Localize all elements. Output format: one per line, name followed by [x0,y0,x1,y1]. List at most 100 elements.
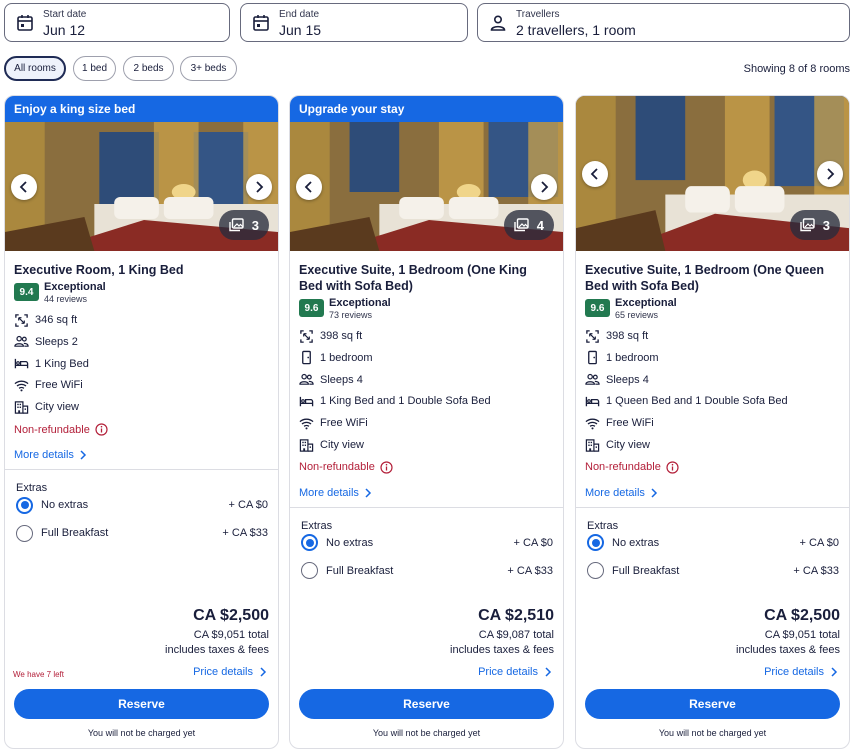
filter-3-plus-beds[interactable]: 3+ beds [180,56,237,81]
amenity-item: 1 bedroom [585,350,659,366]
amenity-item: 398 sq ft [299,328,362,344]
non-refundable-notice[interactable]: Non-refundable [299,461,393,474]
room-title: Executive Suite, 1 Bedroom (One King Bed… [299,263,527,293]
divider [5,469,278,470]
non-refundable-notice[interactable]: Non-refundable [585,461,679,474]
non-refundable-text: Non-refundable [299,461,375,474]
chevron-right-icon [364,488,372,498]
reserve-button[interactable]: Reserve [299,689,554,719]
chevron-left-icon [304,180,312,193]
next-photo-button[interactable] [817,160,843,187]
info-icon[interactable] [95,423,108,436]
radio-button[interactable] [587,534,604,552]
room-photo[interactable]: 4 [290,122,563,251]
calendar-icon [17,15,33,31]
extras-heading: Extras [301,519,333,532]
radio-button[interactable] [16,496,33,514]
city-icon [299,438,320,453]
photo-gallery-button[interactable]: 3 [218,210,269,240]
rating-score: 9.6 [585,299,610,317]
photo-count: 4 [536,217,544,233]
guest-rating: 9.6 Exceptional 73 reviews [299,297,391,321]
amenity-text: Sleeps 4 [320,373,363,386]
start-date-field[interactable]: Start date Jun 12 [4,3,230,42]
amenity-item: 398 sq ft [585,328,648,344]
previous-photo-button[interactable] [11,173,37,200]
chevron-right-icon [259,667,267,677]
room-card: Enjoy a king size bed 3 Executive Room, … [4,95,279,749]
price-details-link[interactable]: Price details [478,666,552,678]
nightly-price: CA $2,500 [193,607,269,624]
extra-option[interactable]: Full Breakfast + CA $33 [587,561,839,581]
radio-button[interactable] [301,534,318,552]
extra-option-price: + CA $33 [507,564,553,577]
guest-rating: 9.6 Exceptional 65 reviews [585,297,677,321]
extra-option[interactable]: No extras + CA $0 [301,533,553,553]
radio-button[interactable] [587,562,604,580]
amenity-text: Sleeps 2 [35,335,78,348]
calendar-icon [253,15,269,31]
filter-all-rooms[interactable]: All rooms [4,56,66,81]
end-date-field[interactable]: End date Jun 15 [240,3,468,42]
amenity-item: 1 Queen Bed and 1 Double Sofa Bed [585,393,788,409]
filter-1-bed[interactable]: 1 bed [73,56,116,81]
room-photo[interactable]: 3 [5,122,278,251]
radio-button[interactable] [301,562,318,580]
room-title: Executive Room, 1 King Bed [14,263,184,277]
start-date-value: Jun 12 [43,22,86,38]
wifi-icon [14,378,35,393]
travellers-field[interactable]: Travellers 2 travellers, 1 room [477,3,850,42]
next-photo-button[interactable] [246,173,272,200]
price-details-text: Price details [764,666,824,678]
extra-option[interactable]: No extras + CA $0 [16,495,268,515]
info-icon[interactable] [666,461,679,474]
photo-gallery-button[interactable]: 4 [503,210,554,240]
bed-icon [585,394,606,409]
more-details-link[interactable]: More details [585,487,658,499]
previous-photo-button[interactable] [296,173,322,200]
amenity-text: City view [35,401,80,414]
extra-option-label: No extras [41,499,89,511]
bed-icon [299,394,320,409]
nightly-price: CA $2,500 [764,607,840,624]
amenity-text: Free WiFi [320,417,368,430]
amenity-text: 1 King Bed [35,357,89,370]
chevron-right-icon [541,180,549,193]
person-icon [490,15,506,31]
info-icon[interactable] [380,461,393,474]
no-charge-note: You will not be charged yet [87,728,196,738]
room-title: Executive Suite, 1 Bedroom (One Queen Be… [585,263,824,293]
amenity-item: 1 King Bed [14,356,89,372]
next-photo-button[interactable] [531,173,557,200]
price-details-link[interactable]: Price details [764,666,838,678]
wifi-icon [299,416,320,431]
radio-button[interactable] [16,524,33,542]
extra-option[interactable]: Full Breakfast + CA $33 [16,523,268,543]
reserve-button[interactable]: Reserve [14,689,269,719]
chevron-right-icon [79,450,87,460]
amenity-item: Free WiFi [585,415,654,431]
filter-2-beds[interactable]: 2 beds [123,56,174,81]
people-icon [299,372,320,387]
amenity-text: City view [606,439,651,451]
extra-option-label: No extras [612,536,660,549]
start-date-label: Start date [43,9,87,20]
more-details-link[interactable]: More details [299,487,372,499]
extra-option[interactable]: No extras + CA $0 [587,533,839,553]
taxes-note: includes taxes & fees [450,644,554,656]
reserve-button[interactable]: Reserve [585,689,840,719]
area-icon [299,329,320,344]
end-date-value: Jun 15 [279,22,322,38]
room-photo[interactable]: 3 [576,96,849,251]
amenity-item: Sleeps 2 [14,334,78,350]
price-details-link[interactable]: Price details [193,666,267,678]
gallery-icon [229,218,244,232]
extras-heading: Extras [16,482,48,494]
non-refundable-notice[interactable]: Non-refundable [14,423,108,436]
photo-gallery-button[interactable]: 3 [789,210,840,240]
non-refundable-text: Non-refundable [14,423,90,436]
more-details-link[interactable]: More details [14,449,87,461]
extra-option-price: + CA $33 [222,527,268,539]
extra-option[interactable]: Full Breakfast + CA $33 [301,561,553,581]
previous-photo-button[interactable] [582,160,608,187]
